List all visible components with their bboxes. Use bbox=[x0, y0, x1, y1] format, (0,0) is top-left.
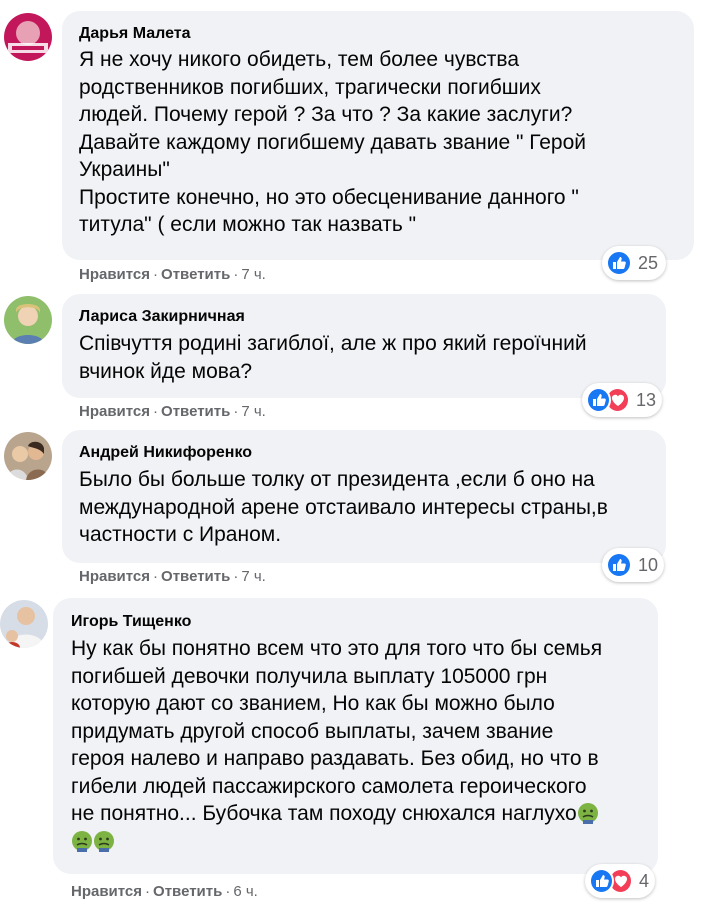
comment-text: Было бы больше толку от президента ,если… bbox=[79, 466, 608, 549]
nauseated-face-icon bbox=[93, 830, 115, 852]
like-icon bbox=[586, 387, 611, 413]
like-icon bbox=[606, 552, 632, 578]
separator-dot: · bbox=[145, 883, 151, 900]
avatar[interactable] bbox=[4, 432, 52, 480]
comment-line: Співчуття родині загиблої, але ж про яки… bbox=[79, 332, 587, 355]
reaction-count: 4 bbox=[638, 870, 649, 891]
comment-actions: Нравится · Ответить · 7 ч. bbox=[79, 266, 266, 283]
comment-line: не понятно... Бубочка там походу снюхалс… bbox=[71, 800, 602, 828]
comment-line: частности с Ираном. bbox=[79, 523, 282, 546]
reaction-count: 10 bbox=[637, 554, 658, 575]
separator-dot: · bbox=[153, 568, 159, 585]
comment-line bbox=[71, 828, 602, 856]
comment-line: титула" ( если можно так назвать " bbox=[79, 213, 417, 236]
separator-dot: · bbox=[233, 403, 239, 420]
avatar[interactable] bbox=[4, 13, 52, 61]
reaction-summary[interactable]: 13 bbox=[582, 383, 662, 417]
comment-author[interactable]: Дарья Малета bbox=[79, 25, 190, 43]
avatar[interactable] bbox=[0, 600, 48, 648]
comment-line: людей. Почему герой ? За что ? За какие … bbox=[79, 103, 573, 126]
comment-actions: Нравится · Ответить · 6 ч. bbox=[71, 883, 258, 900]
comment-line: родственников погибших, трагически погиб… bbox=[79, 75, 541, 99]
comment-line: международной арене отстаивало интересы … bbox=[79, 495, 608, 519]
timestamp[interactable]: 7 ч. bbox=[241, 403, 266, 420]
timestamp[interactable]: 6 ч. bbox=[233, 883, 258, 900]
avatar-image bbox=[4, 296, 52, 344]
comment-line: вчинок йде мова? bbox=[79, 359, 253, 383]
comment-line: погибшей девочки получила выплату 105000… bbox=[71, 664, 548, 688]
like-link[interactable]: Нравится bbox=[79, 266, 150, 283]
comment-text: Я не хочу никого обидеть, тем более чувс… bbox=[79, 46, 586, 239]
avatar-image bbox=[4, 432, 52, 480]
nauseated-face-icon bbox=[71, 830, 93, 852]
separator-dot: · bbox=[233, 568, 239, 585]
comment-actions: Нравится · Ответить · 7 ч. bbox=[79, 568, 266, 585]
comment-author[interactable]: Андрей Никифоренко bbox=[79, 444, 252, 462]
separator-dot: · bbox=[153, 266, 159, 283]
comment-line: придумать другой способ выплаты, зачем з… bbox=[71, 719, 554, 743]
reaction-summary[interactable]: 10 bbox=[602, 548, 664, 582]
avatar[interactable] bbox=[4, 296, 52, 344]
reaction-summary[interactable]: 25 bbox=[602, 246, 666, 280]
comment-line: Было бы больше толку от президента ,если… bbox=[79, 468, 595, 491]
timestamp[interactable]: 7 ч. bbox=[241, 568, 266, 585]
like-icon bbox=[606, 250, 632, 276]
comment-line: гибели людей пассажирского самолета геро… bbox=[71, 774, 587, 798]
reply-link[interactable]: Ответить bbox=[153, 883, 222, 900]
comment-line: Я не хочу никого обидеть, тем более чувс… bbox=[79, 48, 520, 71]
comment-line: которую дают со званием, Но как бы можно… bbox=[71, 692, 555, 715]
reply-link[interactable]: Ответить bbox=[161, 568, 230, 585]
separator-dot: · bbox=[233, 266, 239, 283]
comment-line-text: не понятно... Бубочка там походу снюхалс… bbox=[71, 802, 577, 825]
avatar-image bbox=[0, 600, 48, 648]
comment-author[interactable]: Лариса Закирничная bbox=[79, 308, 245, 326]
reply-link[interactable]: Ответить bbox=[161, 266, 230, 283]
comment-actions: Нравится · Ответить · 7 ч. bbox=[79, 403, 266, 420]
comment-text: Ну как бы понятно всем что это для того … bbox=[71, 635, 602, 855]
reply-link[interactable]: Ответить bbox=[161, 403, 230, 420]
separator-dot: · bbox=[153, 403, 159, 420]
comment-author[interactable]: Игорь Тищенко bbox=[71, 613, 191, 631]
reaction-summary[interactable]: 4 bbox=[585, 864, 655, 898]
like-link[interactable]: Нравится bbox=[79, 403, 150, 420]
separator-dot: · bbox=[225, 883, 231, 900]
comment-line: Украины" bbox=[79, 158, 170, 181]
like-link[interactable]: Нравится bbox=[79, 568, 150, 585]
nauseated-face-icon bbox=[577, 802, 599, 824]
comment-line: Ну как бы понятно всем что это для того … bbox=[71, 637, 603, 660]
reaction-count: 13 bbox=[635, 389, 656, 410]
like-link[interactable]: Нравится bbox=[71, 883, 142, 900]
comment-line: Простите конечно, но это обесценивание д… bbox=[79, 185, 579, 209]
timestamp[interactable]: 7 ч. bbox=[241, 266, 266, 283]
reaction-count: 25 bbox=[638, 252, 659, 273]
comment-line: Давайте каждому погибшему давать звание … bbox=[79, 130, 587, 154]
comment-line: героя налево и направо раздавать. Без об… bbox=[71, 747, 599, 770]
comment-text: Співчуття родині загиблої, але ж про яки… bbox=[79, 330, 587, 385]
like-icon bbox=[589, 868, 614, 894]
avatar-image bbox=[4, 13, 52, 61]
